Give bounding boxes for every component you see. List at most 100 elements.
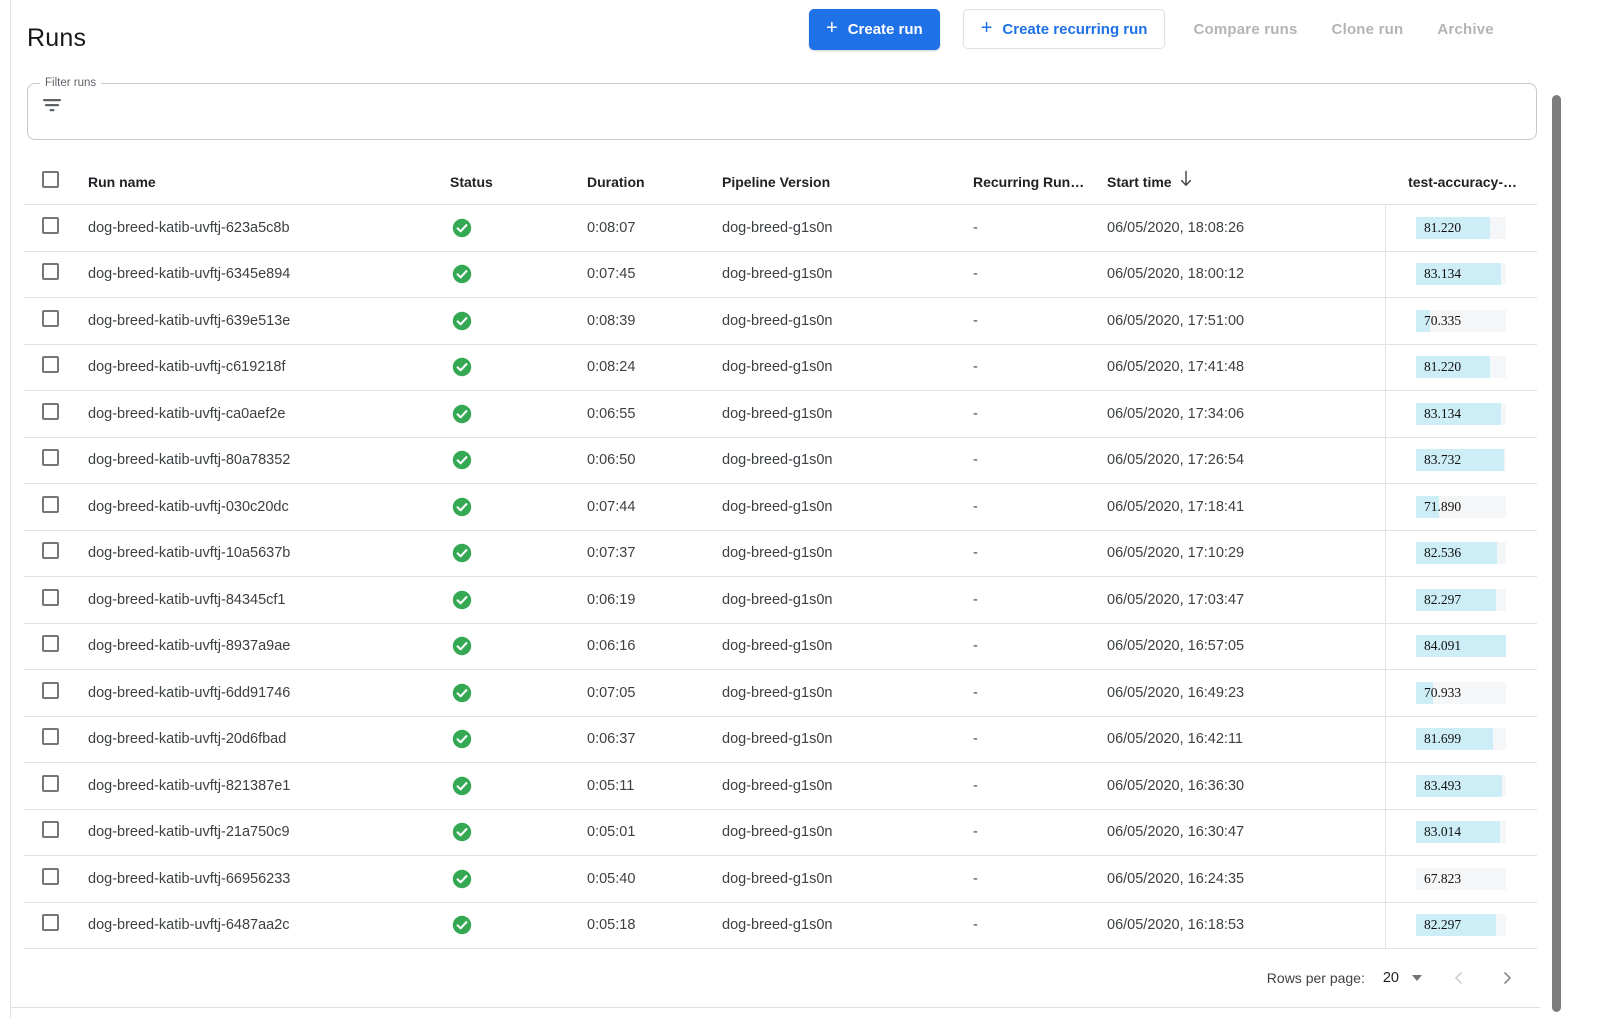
rows-per-page-value[interactable]: 20 (1383, 970, 1399, 986)
status-succeeded-icon (452, 776, 472, 796)
table-row[interactable]: dog-breed-katib-uvftj-20d6fbad 0:06:37 d… (24, 717, 1537, 764)
run-name[interactable]: dog-breed-katib-uvftj-623a5c8b (88, 220, 450, 236)
metric-value: 82.297 (1416, 914, 1506, 936)
table-row[interactable]: dog-breed-katib-uvftj-030c20dc 0:07:44 d… (24, 484, 1537, 531)
metric-value: 84.091 (1416, 635, 1506, 657)
status-succeeded-icon (452, 636, 472, 656)
create-run-button[interactable]: + Create run (809, 9, 940, 50)
table-row[interactable]: dog-breed-katib-uvftj-21a750c9 0:05:01 d… (24, 810, 1537, 857)
run-start-time: 06/05/2020, 16:30:47 (1107, 824, 1385, 840)
run-name[interactable]: dog-breed-katib-uvftj-821387e1 (88, 778, 450, 794)
next-page-button[interactable] (1490, 961, 1524, 995)
run-name[interactable]: dog-breed-katib-uvftj-10a5637b (88, 545, 450, 561)
run-name[interactable]: dog-breed-katib-uvftj-21a750c9 (88, 824, 450, 840)
run-name[interactable]: dog-breed-katib-uvftj-ca0aef2e (88, 406, 450, 422)
table-row[interactable]: dog-breed-katib-uvftj-6dd91746 0:07:05 d… (24, 670, 1537, 717)
metric-bar: 70.335 (1416, 310, 1506, 332)
table-row[interactable]: dog-breed-katib-uvftj-84345cf1 0:06:19 d… (24, 577, 1537, 624)
table-row[interactable]: dog-breed-katib-uvftj-8937a9ae 0:06:16 d… (24, 624, 1537, 671)
status-succeeded-icon (452, 915, 472, 935)
run-duration: 0:08:39 (587, 313, 722, 329)
create-recurring-run-button[interactable]: + Create recurring run (963, 9, 1166, 49)
run-status (450, 404, 587, 424)
vertical-scrollbar[interactable] (1552, 95, 1561, 1012)
row-checkbox[interactable] (42, 310, 59, 327)
clone-run-button[interactable]: Clone run (1332, 21, 1404, 38)
run-duration: 0:05:01 (587, 824, 722, 840)
filter-input[interactable] (74, 91, 1524, 117)
run-name[interactable]: dog-breed-katib-uvftj-66956233 (88, 871, 450, 887)
select-all-checkbox[interactable] (42, 171, 59, 188)
run-metric-cell: 83.134 (1385, 252, 1537, 298)
row-checkbox[interactable] (42, 542, 59, 559)
table-row[interactable]: dog-breed-katib-uvftj-80a78352 0:06:50 d… (24, 438, 1537, 485)
run-duration: 0:05:18 (587, 917, 722, 933)
row-checkbox[interactable] (42, 496, 59, 513)
table-row[interactable]: dog-breed-katib-uvftj-6487aa2c 0:05:18 d… (24, 903, 1537, 950)
run-pipeline-version: dog-breed-g1s0n (722, 871, 973, 887)
column-start-time[interactable]: Start time (1107, 173, 1385, 191)
run-status (450, 683, 587, 703)
run-duration: 0:07:45 (587, 266, 722, 282)
table-row[interactable]: dog-breed-katib-uvftj-639e513e 0:08:39 d… (24, 298, 1537, 345)
table-row[interactable]: dog-breed-katib-uvftj-6345e894 0:07:45 d… (24, 252, 1537, 299)
row-checkbox[interactable] (42, 821, 59, 838)
row-checkbox[interactable] (42, 728, 59, 745)
run-name[interactable]: dog-breed-katib-uvftj-639e513e (88, 313, 450, 329)
row-checkbox[interactable] (42, 356, 59, 373)
compare-runs-button[interactable]: Compare runs (1193, 21, 1297, 38)
rows-per-page-dropdown-icon[interactable] (1412, 975, 1422, 981)
run-duration: 0:06:19 (587, 592, 722, 608)
run-name[interactable]: dog-breed-katib-uvftj-6487aa2c (88, 917, 450, 933)
metric-bar: 70.933 (1416, 682, 1506, 704)
run-status (450, 822, 587, 842)
row-checkbox[interactable] (42, 403, 59, 420)
run-name[interactable]: dog-breed-katib-uvftj-80a78352 (88, 452, 450, 468)
plus-icon: + (981, 18, 993, 38)
run-start-time: 06/05/2020, 16:36:30 (1107, 778, 1385, 794)
run-status (450, 543, 587, 563)
table-row[interactable]: dog-breed-katib-uvftj-623a5c8b 0:08:07 d… (24, 205, 1537, 252)
table-row[interactable]: dog-breed-katib-uvftj-10a5637b 0:07:37 d… (24, 531, 1537, 578)
column-recurring-run: Recurring Run… (973, 174, 1107, 190)
archive-button[interactable]: Archive (1437, 21, 1493, 38)
table-row[interactable]: dog-breed-katib-uvftj-c619218f 0:08:24 d… (24, 345, 1537, 392)
table-row[interactable]: dog-breed-katib-uvftj-ca0aef2e 0:06:55 d… (24, 391, 1537, 438)
chevron-right-icon (1499, 970, 1515, 986)
row-checkbox[interactable] (42, 868, 59, 885)
create-recurring-run-label: Create recurring run (1002, 21, 1147, 38)
row-checkbox[interactable] (42, 635, 59, 652)
run-metric-cell: 71.890 (1385, 484, 1537, 530)
run-recurring: - (973, 638, 1107, 654)
run-start-time: 06/05/2020, 16:49:23 (1107, 685, 1385, 701)
status-succeeded-icon (452, 822, 472, 842)
run-pipeline-version: dog-breed-g1s0n (722, 406, 973, 422)
metric-bar: 82.536 (1416, 542, 1506, 564)
table-row[interactable]: dog-breed-katib-uvftj-821387e1 0:05:11 d… (24, 763, 1537, 810)
row-checkbox[interactable] (42, 914, 59, 931)
run-start-time: 06/05/2020, 17:10:29 (1107, 545, 1385, 561)
run-status (450, 869, 587, 889)
metric-value: 81.220 (1416, 356, 1506, 378)
run-pipeline-version: dog-breed-g1s0n (722, 778, 973, 794)
row-checkbox[interactable] (42, 775, 59, 792)
run-start-time: 06/05/2020, 16:57:05 (1107, 638, 1385, 654)
run-recurring: - (973, 824, 1107, 840)
run-name[interactable]: dog-breed-katib-uvftj-6dd91746 (88, 685, 450, 701)
run-name[interactable]: dog-breed-katib-uvftj-6345e894 (88, 266, 450, 282)
run-name[interactable]: dog-breed-katib-uvftj-c619218f (88, 359, 450, 375)
row-checkbox[interactable] (42, 589, 59, 606)
chevron-left-icon (1451, 970, 1467, 986)
run-status (450, 636, 587, 656)
row-checkbox[interactable] (42, 449, 59, 466)
run-name[interactable]: dog-breed-katib-uvftj-84345cf1 (88, 592, 450, 608)
run-status (450, 497, 587, 517)
row-checkbox[interactable] (42, 682, 59, 699)
table-row[interactable]: dog-breed-katib-uvftj-66956233 0:05:40 d… (24, 856, 1537, 903)
row-checkbox[interactable] (42, 217, 59, 234)
previous-page-button[interactable] (1442, 961, 1476, 995)
run-name[interactable]: dog-breed-katib-uvftj-030c20dc (88, 499, 450, 515)
run-name[interactable]: dog-breed-katib-uvftj-20d6fbad (88, 731, 450, 747)
row-checkbox[interactable] (42, 263, 59, 280)
run-name[interactable]: dog-breed-katib-uvftj-8937a9ae (88, 638, 450, 654)
